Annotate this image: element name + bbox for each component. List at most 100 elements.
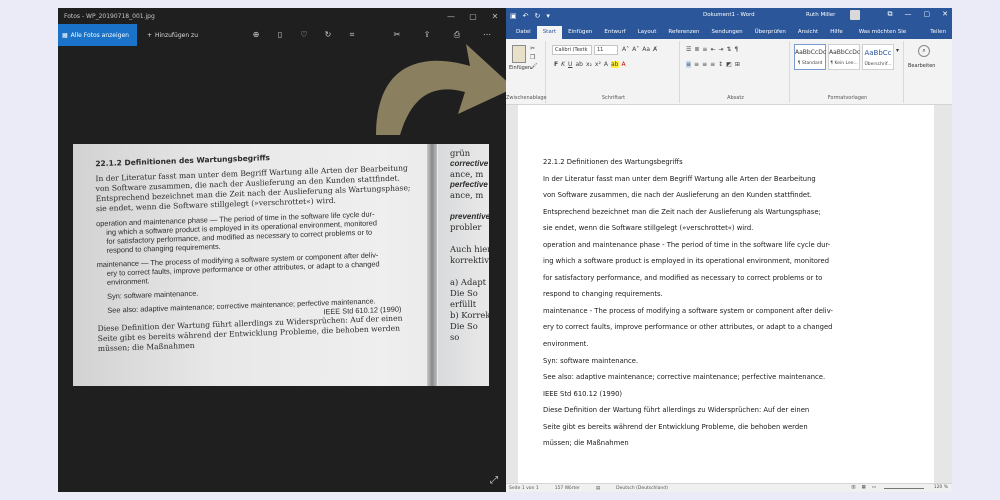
styles-scroll-icon[interactable]: ▾: [896, 47, 899, 54]
style-heading[interactable]: AaBbCc Überschrif...: [862, 44, 894, 70]
bullets-icon[interactable]: ☰: [686, 46, 691, 53]
tell-me-search[interactable]: Was möchten Sie tun?: [853, 26, 925, 48]
editing-button[interactable]: Bearbeiten: [908, 63, 935, 69]
style-standard[interactable]: AaBbCcDc ¶ Standard: [794, 44, 826, 70]
document-line: See also: adaptive maintenance; correcti…: [543, 373, 826, 382]
favorite-heart-icon[interactable]: ♡: [292, 30, 316, 40]
style-no-spacing-sample: AaBbCcDc: [829, 49, 861, 56]
tab-0[interactable]: Datei: [510, 26, 537, 39]
text-effects-icon[interactable]: A: [604, 61, 608, 68]
minimize-button[interactable]: —: [440, 12, 462, 21]
copy-icon[interactable]: ❐: [530, 54, 538, 61]
style-no-spacing-name: ¶ Kein Lee...: [830, 61, 858, 66]
clear-formatting-icon[interactable]: A̸: [653, 46, 657, 53]
document-page[interactable]: 22.1.2 Definitionen des Wartungsbegriffs…: [518, 105, 934, 483]
format-painter-icon[interactable]: 🖌: [530, 63, 538, 70]
decrease-indent-icon[interactable]: ⇤: [710, 46, 715, 53]
share-button[interactable]: Teilen: [924, 26, 952, 39]
crop-icon[interactable]: ⌗: [340, 30, 364, 40]
photo-right-line: [450, 266, 489, 277]
tab-7[interactable]: Überprüfen: [749, 26, 792, 39]
paste-icon[interactable]: [512, 45, 526, 63]
tab-3[interactable]: Entwurf: [598, 26, 631, 39]
maximize-button[interactable]: ▢: [924, 10, 931, 19]
paste-button[interactable]: Einfügen: [509, 65, 531, 71]
zoom-level[interactable]: 120 %: [934, 485, 948, 490]
customize-quick-access-icon[interactable]: ▾: [546, 12, 550, 20]
shrink-font-icon[interactable]: A˅: [632, 46, 639, 53]
photo-text-block: In der Literatur fasst man unter dem Beg…: [95, 163, 427, 354]
bold-icon[interactable]: F: [554, 61, 558, 68]
add-to-button[interactable]: + Hinzufügen zu: [137, 32, 208, 39]
photo-right-line: a) Adapt: [450, 277, 487, 287]
change-case-icon[interactable]: Aa: [642, 46, 650, 53]
web-layout-icon[interactable]: ▭: [872, 485, 876, 490]
proofing-icon[interactable]: ▤: [596, 486, 600, 491]
page-count[interactable]: Seite 1 von 1: [509, 486, 539, 491]
word-count[interactable]: 157 Wörter: [555, 486, 580, 491]
highlight-icon[interactable]: ab: [611, 61, 619, 68]
line-spacing-icon[interactable]: ↕: [718, 61, 723, 68]
photo-right-line: perfective: [450, 180, 488, 189]
align-right-icon[interactable]: ≡: [702, 61, 707, 68]
increase-indent-icon[interactable]: ⇥: [718, 46, 723, 53]
zoom-icon[interactable]: ⊕: [244, 30, 268, 40]
document-line: Diese Definition der Wartung führt aller…: [543, 406, 810, 415]
superscript-icon[interactable]: x²: [595, 61, 601, 68]
tab-1[interactable]: Start: [536, 26, 563, 39]
font-name-select[interactable]: Calibri (Textk: [552, 45, 592, 55]
fullscreen-expand-icon[interactable]: ⤢: [490, 475, 498, 486]
multilevel-list-icon[interactable]: ≡: [702, 46, 707, 53]
word-user-name: Ruth Miller: [806, 12, 836, 18]
style-no-spacing[interactable]: AaBbCcDc ¶ Kein Lee...: [828, 44, 860, 70]
minimize-button[interactable]: —: [905, 10, 912, 19]
see-all-photos-button[interactable]: ▦ Alle Fotos anzeigen: [58, 24, 137, 46]
subscript-icon[interactable]: x₂: [586, 61, 592, 68]
save-icon[interactable]: ▣: [510, 12, 517, 20]
language-status[interactable]: Deutsch (Deutschland): [616, 486, 668, 491]
close-button[interactable]: ✕: [942, 10, 948, 19]
close-button[interactable]: ✕: [484, 12, 506, 21]
font-label: Schriftart: [601, 95, 626, 101]
rotate-icon[interactable]: ↻: [316, 30, 340, 40]
print-layout-icon[interactable]: ▦: [861, 485, 865, 490]
tab-5[interactable]: Referenzen: [662, 26, 705, 39]
maximize-button[interactable]: ▢: [462, 12, 484, 21]
slideshow-icon[interactable]: ▯: [268, 30, 292, 40]
sort-icon[interactable]: ⇅: [727, 46, 732, 53]
photo-right-line: ance, m: [450, 190, 484, 200]
tab-2[interactable]: Einfügen: [562, 26, 598, 39]
cut-icon[interactable]: ✂: [530, 45, 538, 52]
paragraph-align-icons: ≡ ≡ ≡ ≡ ↕ ◩ ⊞: [686, 61, 740, 68]
grow-font-icon[interactable]: A˄: [622, 46, 629, 53]
font-color-icon[interactable]: A: [622, 61, 626, 68]
document-line: Syn: software maintenance.: [543, 356, 639, 365]
word-document-title: Dokument1 - Word: [703, 12, 755, 18]
ribbon-display-options-icon[interactable]: ⧉: [888, 10, 893, 19]
read-mode-icon[interactable]: ▥: [851, 485, 855, 490]
italic-icon[interactable]: K: [561, 61, 565, 68]
font-size-select[interactable]: 11: [594, 45, 618, 55]
document-line: Entsprechend bezeichnet man die Zeit nac…: [543, 207, 821, 216]
search-icon[interactable]: ⌕: [918, 45, 930, 57]
photo-right-line: korrektiv: [450, 255, 489, 265]
tab-6[interactable]: Sendungen: [705, 26, 748, 39]
borders-icon[interactable]: ⊞: [735, 61, 740, 68]
tab-9[interactable]: Hilfe: [824, 26, 849, 39]
strikethrough-icon[interactable]: ab: [575, 61, 583, 68]
shading-icon[interactable]: ◩: [726, 61, 732, 68]
align-center-icon[interactable]: ≡: [694, 61, 699, 68]
numbering-icon[interactable]: ≣: [694, 46, 699, 53]
photo-right-line: Die So: [450, 288, 478, 298]
underline-icon[interactable]: U: [568, 61, 572, 68]
redo-icon[interactable]: ↻: [535, 12, 541, 20]
undo-icon[interactable]: ↶: [523, 12, 529, 20]
tab-4[interactable]: Layout: [632, 26, 663, 39]
document-line: In der Literatur fasst man unter dem Beg…: [543, 174, 816, 183]
tab-8[interactable]: Ansicht: [792, 26, 824, 39]
avatar[interactable]: [850, 10, 860, 20]
show-marks-icon[interactable]: ¶: [735, 46, 739, 53]
zoom-slider[interactable]: [884, 487, 924, 489]
align-left-icon[interactable]: ≡: [686, 61, 692, 68]
justify-icon[interactable]: ≡: [710, 61, 715, 68]
